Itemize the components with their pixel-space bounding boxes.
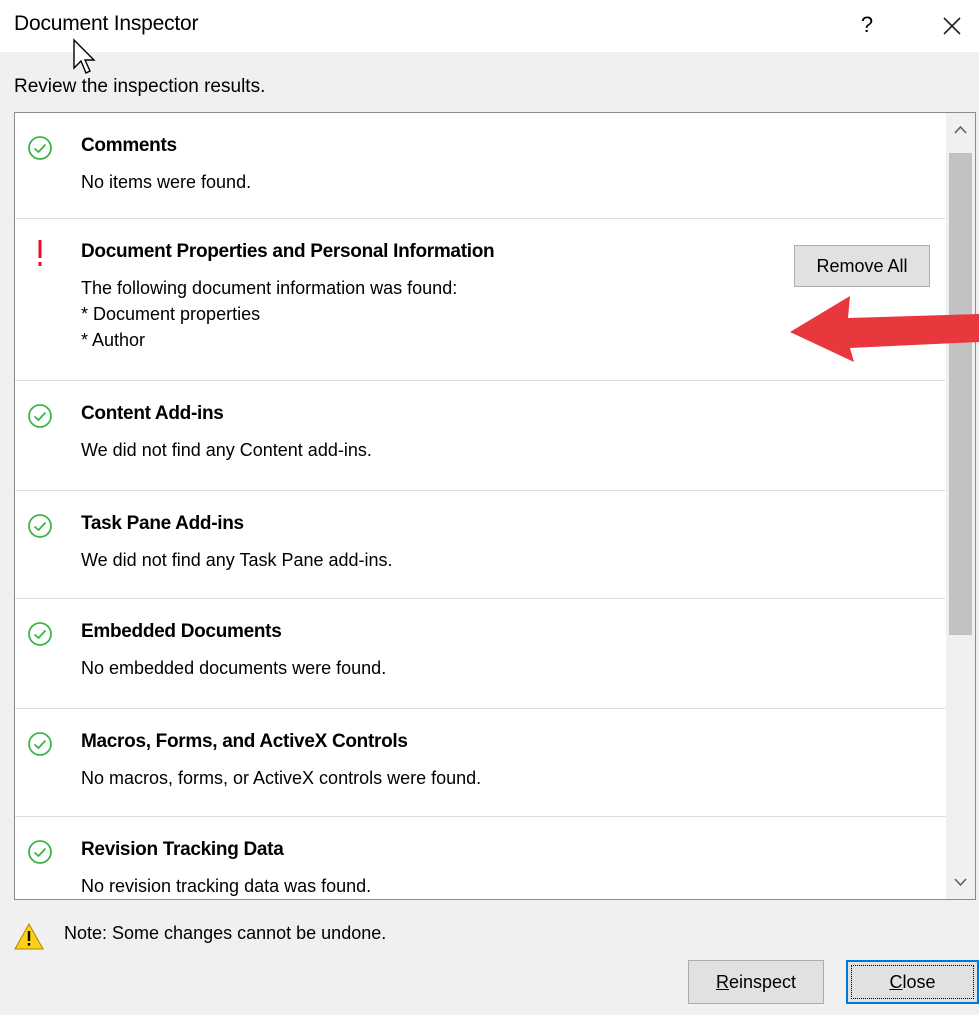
result-item: Macros, Forms, and ActiveX Controls No ma… xyxy=(15,709,947,817)
warning-icon xyxy=(14,923,44,950)
result-title: Macros, Forms, and ActiveX Controls xyxy=(81,731,408,752)
check-circle-icon xyxy=(27,135,53,161)
close-label: lose xyxy=(902,972,936,992)
window-title: Document Inspector xyxy=(14,12,199,35)
help-button[interactable]: ? xyxy=(852,8,882,42)
check-circle-icon xyxy=(27,513,53,539)
close-window-button[interactable] xyxy=(934,8,968,42)
result-title: Task Pane Add-ins xyxy=(81,513,244,534)
result-title: Revision Tracking Data xyxy=(81,839,284,860)
result-description: No items were found. xyxy=(81,172,252,192)
close-icon xyxy=(943,17,961,35)
note-text: Note: Some changes cannot be undone. xyxy=(64,923,387,943)
result-title: Comments xyxy=(81,135,177,156)
close-access-key: C xyxy=(889,972,903,992)
instructions-text: Review the inspection results. xyxy=(14,76,266,97)
vertical-scrollbar[interactable] xyxy=(946,113,975,899)
result-description: No macros, forms, or ActiveX controls we… xyxy=(81,768,482,788)
result-description: No embedded documents were found. xyxy=(81,658,387,678)
close-focus-rect: Close xyxy=(851,965,974,999)
check-circle-icon xyxy=(27,621,53,647)
chevron-down-icon xyxy=(954,878,967,887)
result-description: No revision tracking data was found. xyxy=(81,876,372,896)
result-item: Revision Tracking Data No revision tracki… xyxy=(15,817,947,899)
inspection-results-list[interactable]: Comments No items were found. Document Pro… xyxy=(14,112,976,900)
result-description: We did not find any Task Pane add-ins. xyxy=(81,550,393,570)
scroll-thumb[interactable] xyxy=(949,153,972,635)
reinspect-button[interactable]: Reinspect xyxy=(688,960,824,1004)
result-description: The following document information was f… xyxy=(81,278,458,350)
check-circle-icon xyxy=(27,403,53,429)
result-item: Comments No items were found. xyxy=(15,113,947,219)
scroll-down-button[interactable] xyxy=(946,867,975,897)
check-circle-icon xyxy=(27,731,53,757)
result-title: Document Properties and Personal Informa… xyxy=(81,241,495,262)
title-bar: Document Inspector ? xyxy=(0,0,979,52)
reinspect-access-key: R xyxy=(715,971,729,992)
reinspect-label: einspect xyxy=(728,971,797,992)
result-description: We did not find any Content add-ins. xyxy=(81,440,372,460)
chevron-up-icon xyxy=(954,125,967,134)
red-arrow-annotation xyxy=(790,296,979,362)
check-circle-icon xyxy=(27,839,53,865)
scroll-up-button[interactable] xyxy=(946,115,975,145)
result-item: Task Pane Add-ins We did not find any Tas… xyxy=(15,491,947,599)
result-item: Content Add-ins We did not find any Conte… xyxy=(15,381,947,491)
result-title: Embedded Documents xyxy=(81,621,282,642)
close-button[interactable]: Close xyxy=(846,960,979,1004)
mouse-cursor-icon xyxy=(73,38,96,74)
result-title: Content Add-ins xyxy=(81,403,224,424)
remove-all-button[interactable]: Remove All xyxy=(794,245,930,287)
exclamation-icon xyxy=(35,239,45,269)
result-item: Embedded Documents No embedded documents … xyxy=(15,599,947,709)
